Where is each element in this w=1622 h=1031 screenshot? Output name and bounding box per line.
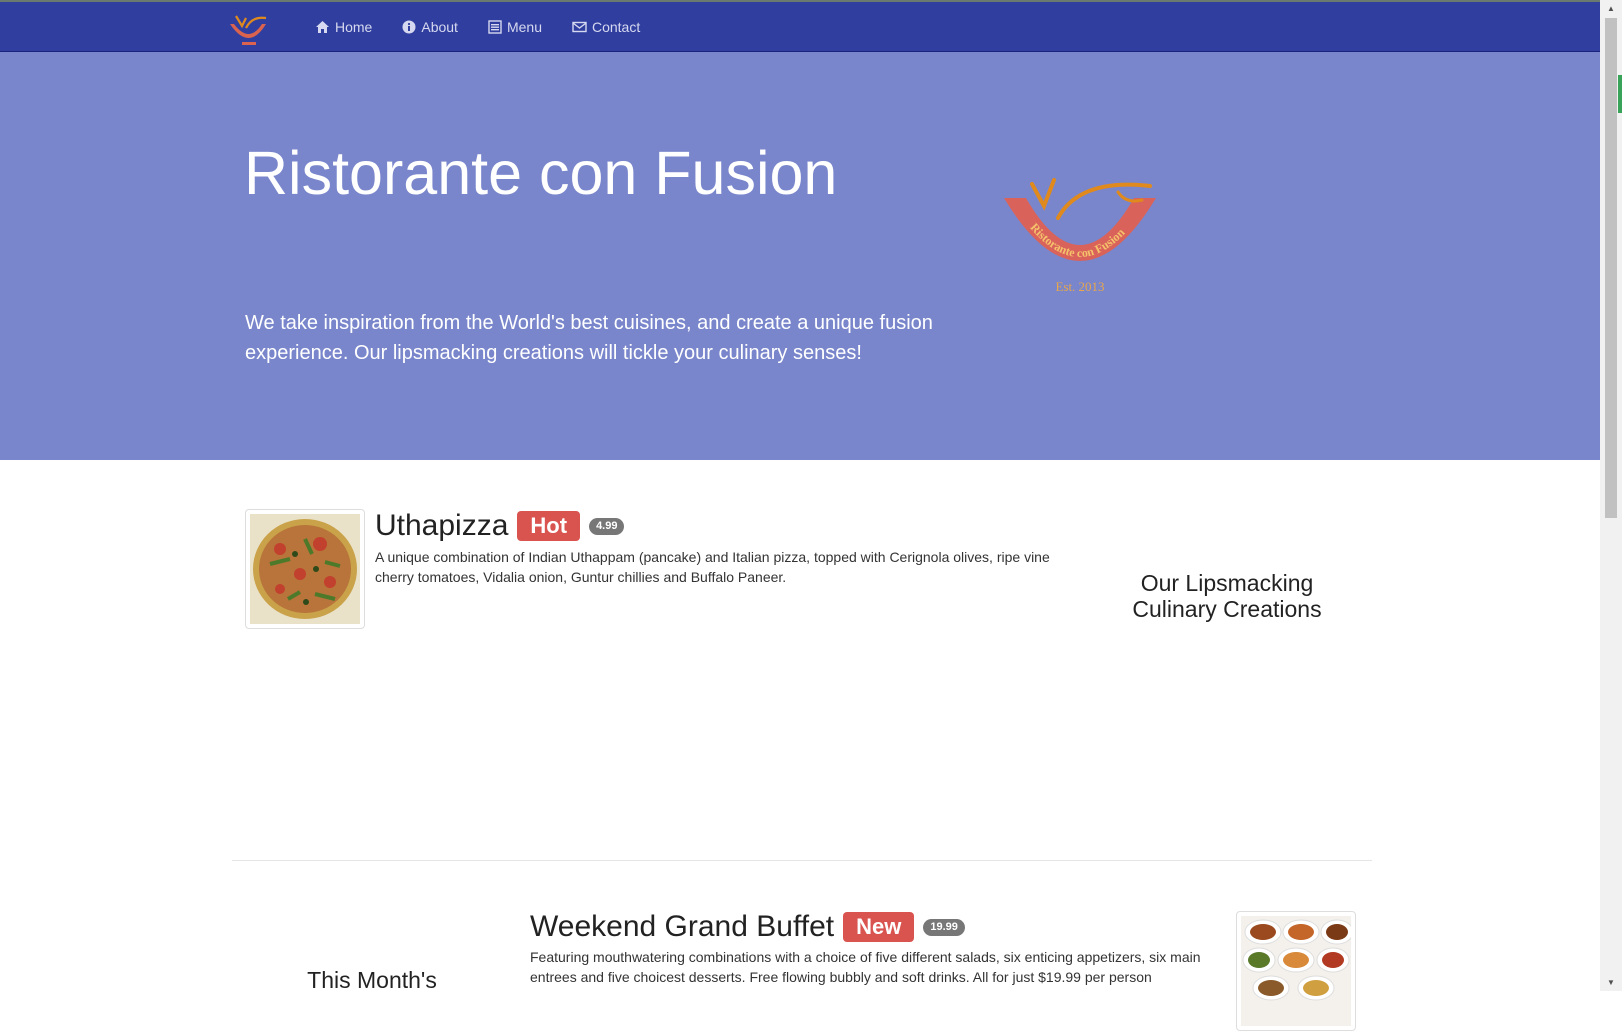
home-icon bbox=[316, 21, 329, 33]
navbar: Home About Menu Contact bbox=[0, 2, 1600, 52]
scroll-up-arrow-icon[interactable]: ▲ bbox=[1600, 0, 1622, 17]
envelope-icon bbox=[572, 21, 587, 33]
info-icon bbox=[402, 20, 416, 34]
dish-label-badge: Hot bbox=[517, 511, 581, 541]
buffet-image[interactable] bbox=[1236, 911, 1356, 1031]
restaurant-logo-icon bbox=[230, 15, 267, 45]
nav-contact[interactable]: Contact bbox=[557, 2, 655, 52]
nav-home-label: Home bbox=[335, 19, 373, 35]
dish-label-badge: New bbox=[843, 912, 915, 942]
restaurant-logo-image: Ristorante con Fusion Est. 2013 bbox=[1004, 178, 1156, 294]
dish-description: A unique combination of Indian Uthappam … bbox=[375, 549, 1050, 585]
buffet-photo bbox=[1241, 916, 1354, 1026]
scroll-down-arrow-icon[interactable]: ▼ bbox=[1600, 974, 1622, 991]
section-divider bbox=[232, 860, 1372, 861]
nav-about-label: About bbox=[421, 19, 458, 35]
jumbotron: Ristorante con Fusion Ristorante con Fus… bbox=[0, 52, 1600, 460]
logo-est-text: Est. 2013 bbox=[1055, 279, 1104, 294]
nav-menu[interactable]: Menu bbox=[473, 2, 557, 52]
vertical-scrollbar[interactable]: ▲ ▼ bbox=[1600, 0, 1622, 991]
hero-text: We take inspiration from the World's bes… bbox=[245, 312, 933, 364]
nav-about[interactable]: About bbox=[387, 2, 473, 52]
list-icon bbox=[488, 20, 502, 34]
nav-links: Home About Menu Contact bbox=[300, 2, 655, 52]
restaurant-logo-brand[interactable] bbox=[228, 12, 270, 48]
price-badge: 4.99 bbox=[589, 517, 625, 535]
pizza-photo bbox=[250, 514, 360, 624]
dish-name: Weekend Grand Buffet bbox=[530, 910, 835, 943]
nav-menu-label: Menu bbox=[506, 19, 542, 35]
hero-title: Ristorante con Fusion bbox=[244, 139, 838, 207]
logo-arc-text: Ristorante con Fusion bbox=[1027, 220, 1127, 260]
dish-title-row: Uthapizza Hot 4.99 bbox=[375, 509, 625, 543]
window-edge-indicator bbox=[1618, 75, 1622, 113]
section-heading: Our Lipsmacking Culinary Creations bbox=[1132, 570, 1322, 622]
dish-name: Uthapizza bbox=[375, 509, 509, 542]
nav-contact-label: Contact bbox=[591, 19, 641, 35]
price-badge: 19.99 bbox=[923, 918, 965, 936]
scrollbar-thumb[interactable] bbox=[1605, 18, 1617, 518]
dish-title-row: Weekend Grand Buffet New 19.99 bbox=[530, 910, 965, 944]
nav-home[interactable]: Home bbox=[300, 2, 387, 52]
section-heading: This Month's bbox=[307, 967, 437, 993]
uthapizza-image[interactable] bbox=[245, 509, 365, 629]
dish-description: Featuring mouthwatering combinations wit… bbox=[530, 949, 1201, 985]
